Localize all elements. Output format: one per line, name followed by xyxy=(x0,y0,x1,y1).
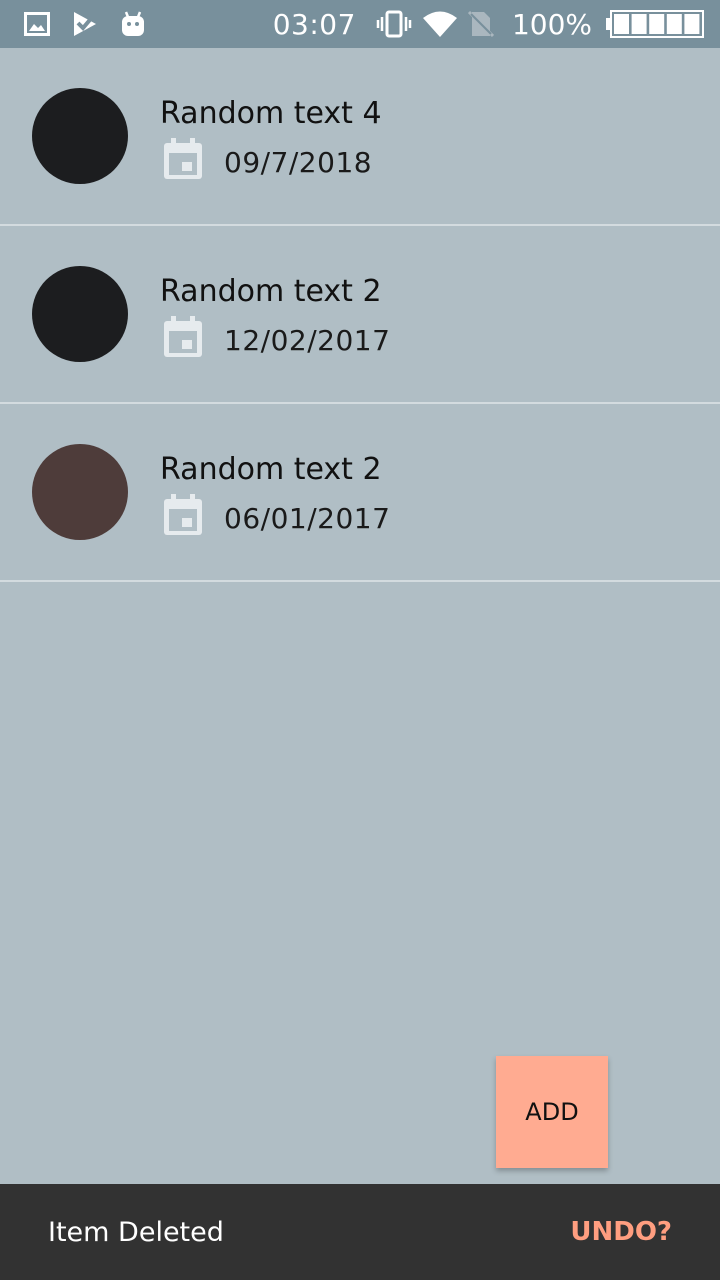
battery-cell xyxy=(684,14,700,34)
item-date: 12/02/2017 xyxy=(224,324,391,357)
status-left-icons xyxy=(0,10,146,38)
image-icon xyxy=(24,12,50,36)
calendar-icon xyxy=(164,138,204,185)
calendar-icon xyxy=(164,494,204,541)
battery-icon xyxy=(606,9,706,39)
add-button-label: ADD xyxy=(525,1098,579,1126)
avatar xyxy=(32,444,128,540)
battery-cell xyxy=(631,14,647,34)
item-date: 06/01/2017 xyxy=(224,502,391,535)
vibrate-icon xyxy=(376,10,412,38)
calendar-icon xyxy=(164,316,204,363)
item-list: Random text 4 09/7/2018 Random text 2 12… xyxy=(0,48,720,582)
item-title: Random text 2 xyxy=(160,274,382,309)
avatar xyxy=(32,88,128,184)
avatar xyxy=(32,266,128,362)
add-button[interactable]: ADD xyxy=(496,1056,608,1168)
item-title: Random text 2 xyxy=(160,452,382,487)
status-bar: 03:07 100% xyxy=(0,0,720,48)
status-right-icons: 03:07 100% xyxy=(273,8,720,41)
android-icon xyxy=(120,10,146,38)
wifi-icon xyxy=(422,10,458,38)
item-title: Random text 4 xyxy=(160,96,382,131)
item-date: 09/7/2018 xyxy=(224,146,373,179)
list-item[interactable]: Random text 4 09/7/2018 xyxy=(0,48,720,226)
list-item[interactable]: Random text 2 06/01/2017 xyxy=(0,404,720,582)
snackbar: Item Deleted UNDO? xyxy=(0,1184,720,1280)
battery-cell xyxy=(649,14,665,34)
list-item[interactable]: Random text 2 12/02/2017 xyxy=(0,226,720,404)
battery-cell xyxy=(614,14,629,34)
battery-cell xyxy=(666,14,682,34)
snackbar-message: Item Deleted xyxy=(48,1216,224,1248)
status-time: 03:07 xyxy=(272,7,356,41)
no-sim-icon xyxy=(467,10,494,38)
check-flag-icon xyxy=(72,10,98,38)
undo-button[interactable]: UNDO? xyxy=(570,1217,672,1247)
battery-percent: 100% xyxy=(511,7,592,41)
